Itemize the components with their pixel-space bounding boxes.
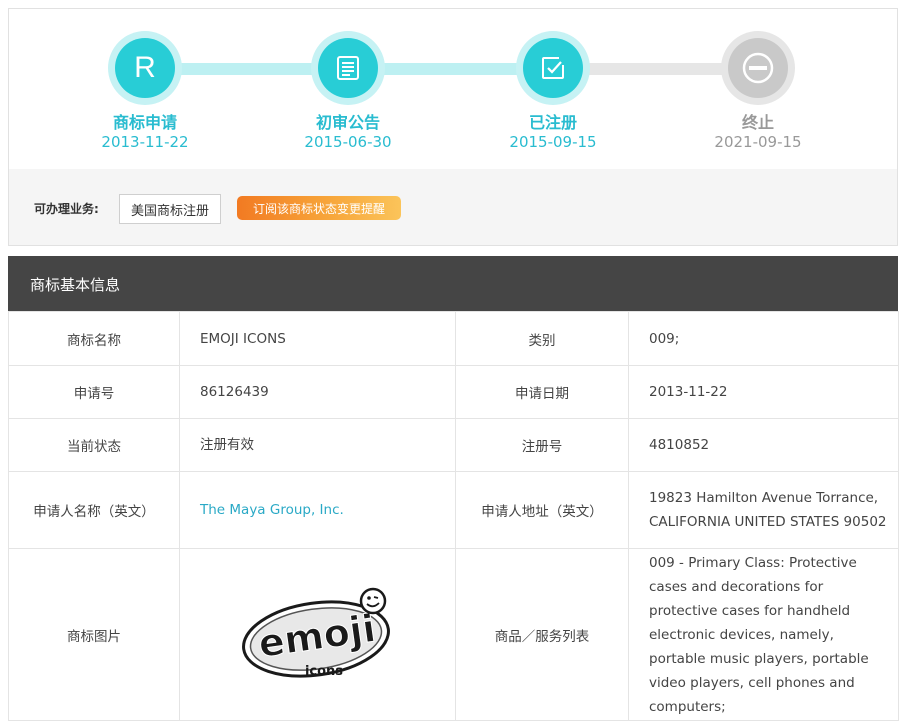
class-value: 009; xyxy=(628,311,899,366)
trademark-info-table: 商标名称 EMOJI ICONS 类别 009; 申请号 86126439 申请… xyxy=(8,311,899,721)
svg-text:icons: icons xyxy=(304,664,342,679)
subscribe-status-alert-button[interactable]: 订阅该商标状态变更提醒 xyxy=(237,196,401,220)
info-section-title: 商标基本信息 xyxy=(8,256,898,312)
step-terminated-date: 2021-09-15 xyxy=(714,133,802,151)
goods-services-key: 商品／服务列表 xyxy=(455,548,629,721)
step-announcement-date: 2015-06-30 xyxy=(304,133,392,151)
step-announcement-node xyxy=(311,31,385,105)
business-label: 可办理业务: xyxy=(34,202,99,216)
table-row: 当前状态 注册有效 注册号 4810852 xyxy=(8,418,899,472)
step-application-label: 商标申请 xyxy=(112,113,177,132)
document-icon xyxy=(337,56,359,80)
step-application-node: R xyxy=(108,31,182,105)
step-registered-label: 已注册 xyxy=(528,113,577,132)
emoji-icons-logo: emoji icons xyxy=(241,587,390,679)
trademark-name-value: EMOJI ICONS xyxy=(179,311,456,366)
application-number-value: 86126439 xyxy=(179,365,456,419)
minus-circle-icon xyxy=(742,52,774,84)
step-terminated-label: 终止 xyxy=(741,113,774,132)
trademark-image-key: 商标图片 xyxy=(8,548,180,721)
application-number-key: 申请号 xyxy=(8,365,180,419)
step-application-date: 2013-11-22 xyxy=(101,133,189,151)
class-key: 类别 xyxy=(455,311,629,366)
timeline-progress: R 商标申请 2013-11-22 初审公告 2015-06-30 已注册 20… xyxy=(9,9,897,169)
goods-services-value: 009 - Primary Class: Protective cases an… xyxy=(628,548,899,721)
table-row: 商标名称 EMOJI ICONS 类别 009; xyxy=(8,311,899,366)
step-announcement-label: 初审公告 xyxy=(315,113,380,132)
applicant-name-link[interactable]: The Maya Group, Inc. xyxy=(200,502,344,518)
business-bar: 可办理业务: 美国商标注册 订阅该商标状态变更提醒 xyxy=(9,169,897,245)
registration-number-key: 注册号 xyxy=(455,418,629,472)
trademark-timeline: R 商标申请 2013-11-22 初审公告 2015-06-30 已注册 20… xyxy=(8,8,898,246)
table-row: 申请号 86126439 申请日期 2013-11-22 xyxy=(8,365,899,419)
registration-number-value: 4810852 xyxy=(628,418,899,472)
trademark-image-cell: emoji icons xyxy=(179,548,456,721)
applicant-name-cell: The Maya Group, Inc. xyxy=(179,471,456,549)
applicant-address-key: 申请人地址（英文） xyxy=(455,471,629,549)
application-date-key: 申请日期 xyxy=(455,365,629,419)
table-row: 申请人名称（英文） The Maya Group, Inc. 申请人地址（英文）… xyxy=(8,471,899,549)
application-date-value: 2013-11-22 xyxy=(628,365,899,419)
r-letter-icon: R xyxy=(134,51,156,84)
current-status-key: 当前状态 xyxy=(8,418,180,472)
check-edit-icon xyxy=(542,57,564,79)
step-registered-date: 2015-09-15 xyxy=(509,133,597,151)
step-terminated-node xyxy=(721,31,795,105)
applicant-address-value: 19823 Hamilton Avenue Torrance, CALIFORN… xyxy=(628,471,899,549)
current-status-value: 注册有效 xyxy=(179,418,456,472)
us-trademark-registration-button[interactable]: 美国商标注册 xyxy=(119,194,221,224)
table-row: 商标图片 emoji icons 商品／服务列表 009 - Primary C… xyxy=(8,548,899,721)
applicant-name-key: 申请人名称（英文） xyxy=(8,471,180,549)
trademark-name-key: 商标名称 xyxy=(8,311,180,366)
step-registered-node xyxy=(516,31,590,105)
